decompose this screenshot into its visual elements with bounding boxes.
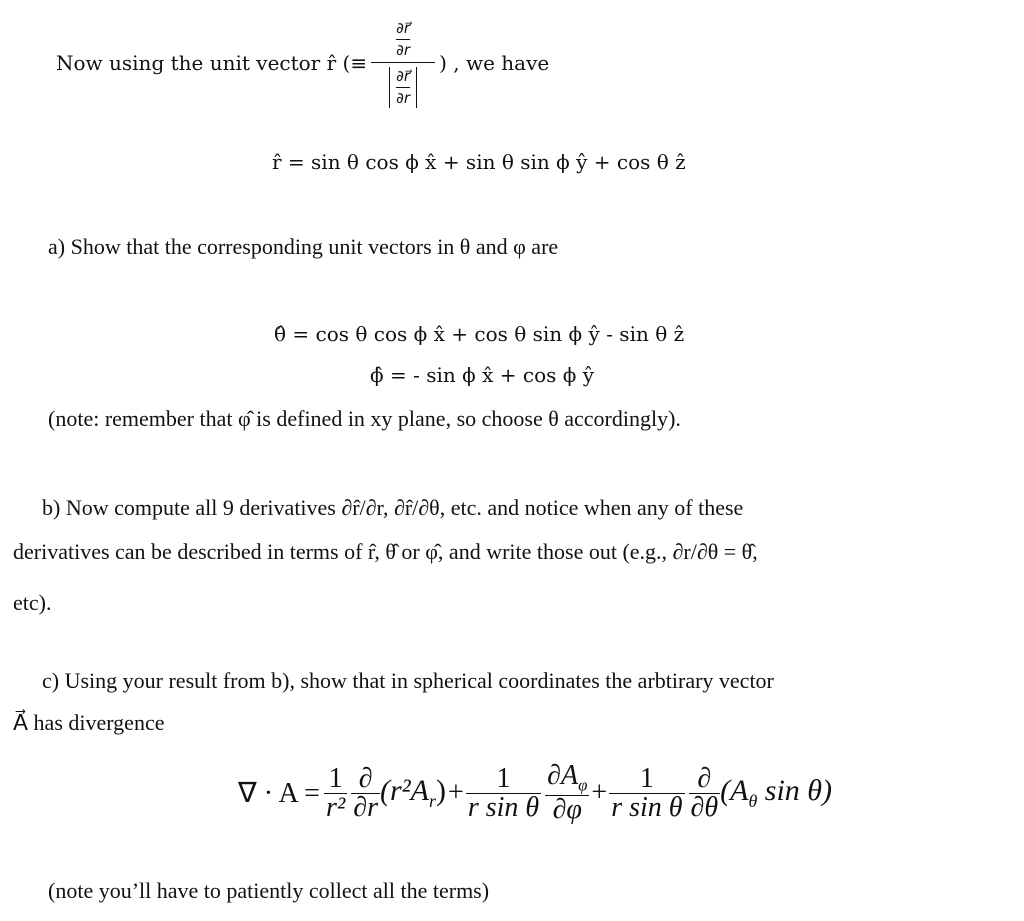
fraction-bar (396, 86, 411, 88)
numerator: 1 (328, 762, 343, 794)
part-b-line-1: b) Now compute all 9 derivatives ∂r̂/∂r,… (42, 495, 744, 520)
unit-vector-definition-fraction: ∂r⃗ ∂r ∂r⃗ ∂r (371, 19, 436, 108)
denominator: r sin θ (611, 791, 683, 823)
fraction-denominator: ∂r⃗ ∂r (371, 63, 435, 108)
intro-lead-text: Now using the unit vector r̂ (≡ (56, 51, 368, 75)
part-b-line-3: etc). (13, 590, 52, 615)
numerator: 1 (496, 762, 511, 794)
arg-text: (A (720, 774, 749, 807)
dr-vec-text: ∂r⃗ (396, 66, 411, 85)
subscript: θ (748, 791, 758, 811)
fraction-numerator: ∂r⃗ ∂r (371, 19, 435, 62)
term3-coefficient: 1 r sin θ (609, 762, 685, 823)
numerator: 1 (639, 762, 654, 794)
part-c-note: (note you’ll have to patiently collect a… (48, 878, 490, 903)
term2-partial-phi: ∂Aφ ∂φ (545, 762, 590, 825)
term2-coefficient: 1 r sin θ (465, 762, 542, 823)
rhat-equation: r̂ = sin θ cos ϕ x̂ + sin θ sin ϕ ŷ + c… (272, 150, 686, 174)
theta-hat-equation: θ̂ = cos θ cos ϕ x̂ + cos θ sin ϕ ŷ - s… (274, 322, 685, 346)
term1-coefficient: 1 r² (323, 762, 348, 823)
fraction-bar (396, 38, 411, 40)
intro-line: Now using the unit vector r̂ (≡ ∂r⃗ ∂r ∂… (56, 8, 549, 118)
plus-sign: + (591, 777, 608, 808)
term3-argument: (Aθ sin θ) (720, 774, 832, 812)
numerator: ∂ (697, 762, 712, 794)
formula-lhs: ∇ · A = (238, 778, 320, 809)
dr-vec-over-dr: ∂r⃗ ∂r (396, 18, 411, 59)
denominator: ∂θ (690, 791, 719, 823)
arg-text: (r²A (380, 774, 429, 807)
denominator: r² (325, 791, 346, 823)
dr-text: ∂r (396, 40, 411, 59)
denominator: ∂φ (552, 793, 582, 825)
subscript: φ (578, 775, 588, 795)
term1-partial-r: ∂ ∂r (351, 762, 381, 823)
term3-partial-theta: ∂ ∂θ (688, 762, 721, 823)
close-paren: ) (436, 774, 447, 807)
dr-text: ∂r (396, 88, 411, 107)
numerator: ∂Aφ (545, 762, 589, 794)
denominator: ∂r (353, 791, 379, 823)
part-c-line-1: c) Using your result from b), show that … (42, 668, 774, 693)
arg-tail: sin θ) (757, 774, 833, 807)
partial-A-text: ∂A (547, 760, 579, 792)
denominator: r sin θ (467, 791, 540, 823)
term1-argument: (r²Ar) (380, 774, 446, 812)
part-b-line-2: derivatives can be described in terms of… (13, 539, 758, 564)
phi-hat-equation: ϕ̂ = - sin ϕ x̂ + cos ϕ ŷ (370, 363, 595, 387)
divergence-formula: ∇ · A = 1 r² ∂ ∂r (r²Ar) + 1 r sin θ ∂Aφ… (238, 758, 832, 828)
dr-vec-over-dr-magnitude: ∂r⃗ ∂r (396, 66, 411, 107)
part-a-note: (note: remember that φ̂ is defined in xy… (48, 406, 681, 431)
magnitude-bars: ∂r⃗ ∂r (389, 66, 418, 108)
numerator: ∂ (358, 762, 373, 794)
plus-sign: + (448, 777, 464, 808)
subscript: r (429, 791, 437, 811)
part-a-prompt: a) Show that the corresponding unit vect… (48, 234, 559, 259)
intro-tail-text: ) , we have (439, 51, 550, 75)
part-c-line-2: A⃗ has divergence (13, 710, 165, 735)
dr-vec-text: ∂r⃗ (396, 18, 411, 37)
